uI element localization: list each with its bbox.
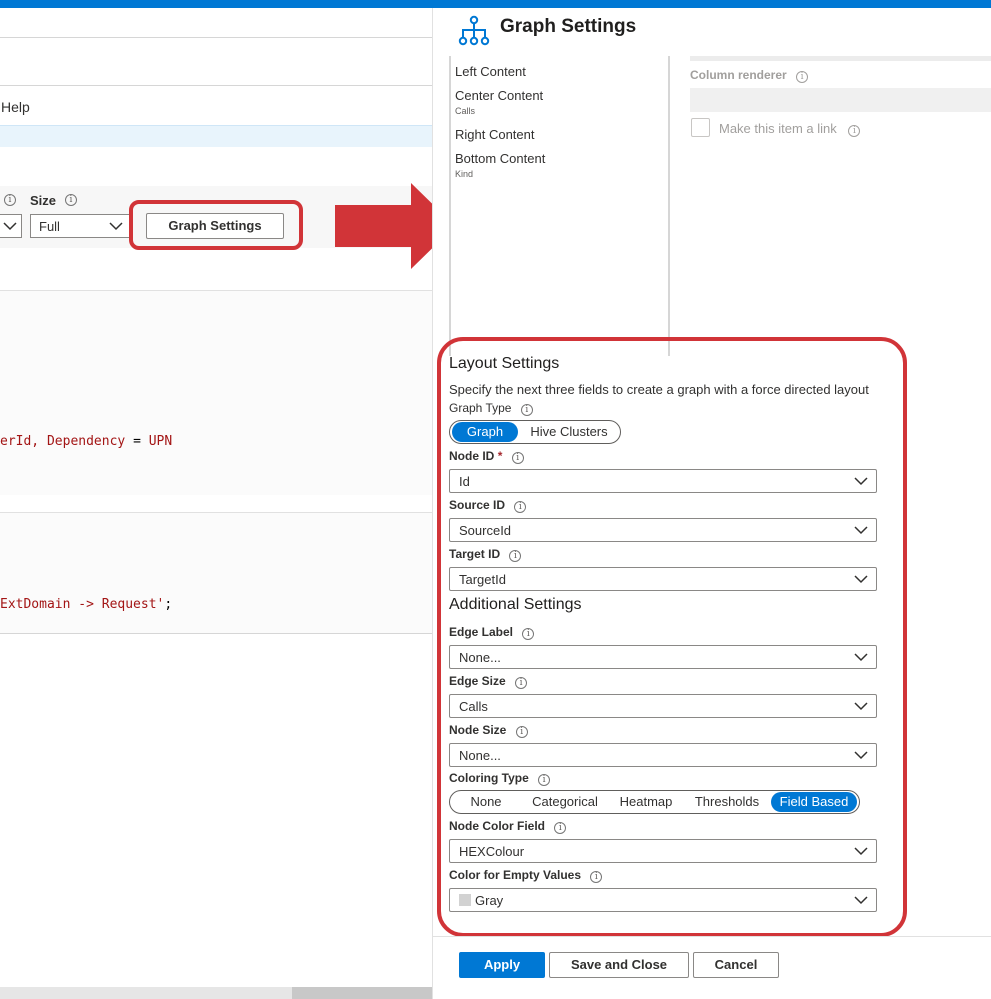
field-strip [690, 56, 991, 61]
previous-dropdown[interactable] [0, 214, 22, 238]
column-renderer-label: Column renderer i [690, 68, 809, 83]
chevron-down-icon [3, 222, 17, 231]
list-item-sub: Kind [455, 169, 474, 179]
hierarchy-icon [458, 15, 490, 46]
list-item-bottom-content[interactable]: Bottom Content [455, 151, 545, 166]
highlight-box-small [129, 200, 303, 250]
make-link-checkbox[interactable] [691, 118, 710, 137]
highlight-box-large [437, 337, 907, 937]
code-token: ExtDomain -> Request' [0, 597, 165, 612]
code-token: UPN [140, 434, 173, 449]
apply-button[interactable]: Apply [459, 952, 545, 978]
size-dropdown-value: Full [39, 219, 60, 234]
info-icon[interactable]: i [4, 194, 16, 206]
help-menu-item[interactable]: Help [1, 99, 30, 115]
workbook-editor [0, 8, 432, 999]
save-and-close-button[interactable]: Save and Close [549, 952, 689, 978]
panel-title: Graph Settings [500, 16, 637, 37]
list-item-right-content[interactable]: Right Content [455, 127, 535, 142]
code-operator: = [133, 434, 141, 449]
make-link-text: Make this item a link [719, 121, 837, 136]
list-item-center-content[interactable]: Center Content [455, 88, 543, 103]
list-item-left-content[interactable]: Left Content [455, 64, 526, 79]
code-operator: ; [164, 597, 173, 612]
query-editor-2[interactable] [0, 512, 432, 634]
info-icon[interactable]: i [796, 71, 809, 83]
info-icon[interactable]: i [848, 125, 861, 137]
info-icon[interactable]: i [65, 194, 77, 206]
make-link-label: Make this item a link i [719, 121, 861, 137]
code-line: ExtDomain -> Request'; [0, 597, 172, 612]
divider [0, 37, 432, 38]
code-token: erId, Dependency [0, 434, 134, 449]
size-dropdown[interactable]: Full [30, 214, 130, 238]
query-editor[interactable] [0, 290, 432, 495]
selected-row-bar [0, 125, 432, 147]
cancel-button[interactable]: Cancel [693, 952, 779, 978]
footer-divider [432, 936, 991, 937]
top-accent-bar [0, 0, 991, 8]
size-label: Size [30, 193, 57, 208]
column-renderer-text: Column renderer [690, 68, 787, 82]
code-line: erId, Dependency = UPN [0, 434, 172, 449]
divider [0, 85, 432, 86]
chevron-down-icon [109, 222, 123, 231]
scrollbar-thumb[interactable] [292, 987, 432, 999]
list-item-sub: Calls [455, 106, 476, 116]
column-renderer-input[interactable] [690, 88, 991, 112]
